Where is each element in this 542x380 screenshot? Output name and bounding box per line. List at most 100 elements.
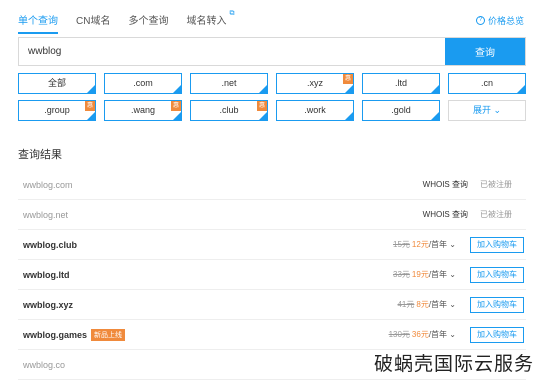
- tab-single-query[interactable]: 单个查询: [18, 12, 58, 34]
- price-unit: /首年: [428, 330, 448, 339]
- domain-tld: .co: [53, 359, 66, 370]
- chevron-down-icon[interactable]: ⌄: [447, 330, 456, 339]
- original-price: 130元: [388, 330, 410, 339]
- domain-search-page: 单个查询 CN域名 多个查询 域名转入⧉ ? 价格总览 查询 全部 .com .ne…: [0, 0, 542, 380]
- chevron-down-icon[interactable]: ⌄: [447, 300, 456, 309]
- domain-tld: .club: [56, 239, 78, 250]
- tld-option[interactable]: .gold: [362, 100, 440, 121]
- discount-badge: 惠: [171, 101, 181, 111]
- tld-label: .work: [304, 105, 326, 115]
- chevron-down-icon[interactable]: ⌄: [447, 270, 456, 279]
- tld-option[interactable]: 全部: [18, 73, 96, 94]
- tld-option[interactable]: .com: [104, 73, 182, 94]
- original-price: 41元: [397, 300, 415, 309]
- price: 15元 12元/首年 ⌄: [393, 239, 456, 250]
- domain-sld: wwblog: [23, 239, 56, 250]
- price-overview-label: 价格总览: [487, 16, 524, 26]
- result-row: wwblog.ltd 33元 19元/首年 ⌄ 加入购物车: [18, 260, 526, 290]
- price: 130元 36元/首年 ⌄: [389, 329, 456, 340]
- domain-name: wwblog.games: [18, 330, 87, 340]
- tld-label: .cn: [480, 78, 493, 88]
- price: 33元 19元/首年 ⌄: [393, 269, 456, 280]
- tld-option[interactable]: .xyz 惠: [276, 73, 354, 94]
- discount-badge: 惠: [343, 74, 353, 84]
- sale-price: 8元: [416, 300, 429, 309]
- result-row: wwblog.xyz 41元 8元/首年 ⌄ 加入购物车: [18, 290, 526, 320]
- domain-name: wwblog.co: [18, 360, 65, 370]
- domain-name: wwblog.xyz: [18, 300, 73, 310]
- tld-label: .com: [133, 78, 153, 88]
- domain-tld: .net: [53, 209, 69, 220]
- tld-label: .xyz: [306, 78, 323, 88]
- original-price: 33元: [393, 270, 410, 279]
- expand-tlds-button[interactable]: 展开 ⌄: [448, 100, 526, 121]
- external-link-icon: ⧉: [229, 10, 235, 17]
- tab-label: 域名转入: [186, 16, 227, 27]
- result-row: wwblog.com WHOIS 查询 已被注册: [18, 170, 526, 200]
- sale-price: 36元: [411, 330, 429, 339]
- query-tabs: 单个查询 CN域名 多个查询 域名转入 ⧉: [18, 10, 234, 34]
- result-row: wwblog.net WHOIS 查询 已被注册: [18, 200, 526, 230]
- result-row: wwblog.club 15元 12元/首年 ⌄ 加入购物车: [18, 230, 526, 260]
- price-unit: /首年: [428, 270, 448, 279]
- watermark: 破蜗壳国际云服务: [373, 353, 534, 375]
- tld-filter-grid: 全部 .com .net .xyz 惠 .ltd .cn .group 惠 .wang 惠 .club…: [18, 73, 526, 121]
- domain-tld: .ltd: [56, 269, 70, 280]
- discount-badge: 惠: [257, 101, 267, 111]
- domain-sld: wwblog: [23, 209, 54, 220]
- new-badge: 新品上线: [91, 328, 126, 341]
- tld-option[interactable]: .group 惠: [18, 100, 96, 121]
- registered-status: 已被注册: [480, 210, 512, 219]
- whois-link[interactable]: WHOIS 查询: [423, 179, 468, 190]
- domain-tld: .com: [53, 179, 73, 190]
- tld-label: .gold: [391, 105, 411, 115]
- price-unit: /首年: [428, 300, 448, 309]
- domain-sld: wwblog: [23, 269, 56, 280]
- domain-name: wwblog.com: [18, 180, 73, 190]
- original-price: 15元: [393, 240, 410, 249]
- registered-status: 已被注册: [480, 180, 512, 189]
- tld-option[interactable]: .net: [190, 73, 268, 94]
- price-unit: /首年: [428, 240, 448, 249]
- search-button[interactable]: 查询: [445, 38, 525, 65]
- domain-sld: wwblog: [23, 359, 54, 370]
- domain-tld: .games: [56, 329, 88, 340]
- tld-label: .net: [221, 78, 237, 88]
- chevron-down-icon[interactable]: ⌄: [447, 240, 456, 249]
- tab-label: 多个查询: [128, 16, 169, 27]
- domain-sld: wwblog: [23, 299, 56, 310]
- domain-name: wwblog.club: [18, 240, 77, 250]
- price: 41元 8元/首年 ⌄: [397, 299, 456, 310]
- tld-label: 全部: [47, 78, 66, 88]
- tab-label: CN域名: [76, 16, 111, 27]
- domain-tld: .xyz: [56, 299, 74, 310]
- sale-price: 19元: [411, 270, 429, 279]
- tld-label: .group: [44, 105, 70, 115]
- tld-option[interactable]: .wang 惠: [104, 100, 182, 121]
- question-circle-icon: ?: [475, 16, 485, 25]
- add-to-cart-button[interactable]: 加入购物车: [470, 326, 524, 343]
- tld-label: .club: [219, 105, 239, 115]
- whois-link[interactable]: WHOIS 查询: [423, 209, 468, 220]
- tld-option[interactable]: .ltd: [362, 73, 440, 94]
- price-overview-link[interactable]: ? 价格总览: [475, 14, 524, 27]
- tld-label: .ltd: [394, 78, 407, 88]
- add-to-cart-button[interactable]: 加入购物车: [470, 236, 524, 253]
- tld-option[interactable]: .club 惠: [190, 100, 268, 121]
- tab-label: 单个查询: [18, 16, 58, 27]
- tld-option[interactable]: .work: [276, 100, 354, 121]
- add-to-cart-button[interactable]: 加入购物车: [470, 266, 524, 283]
- tab-multi-query[interactable]: 多个查询: [128, 12, 168, 34]
- tab-cn-domain[interactable]: CN域名: [76, 12, 110, 34]
- result-row: wwblog.games 新品上线 130元 36元/首年 ⌄ 加入购物车: [18, 320, 526, 350]
- domain-name: wwblog.net: [18, 210, 68, 220]
- domain-sld: wwblog: [23, 179, 54, 190]
- add-to-cart-button[interactable]: 加入购物车: [470, 296, 524, 313]
- tld-label: .wang: [130, 105, 156, 115]
- tld-option[interactable]: .cn: [448, 73, 526, 94]
- sale-price: 12元: [411, 240, 429, 249]
- tab-domain-transfer[interactable]: 域名转入 ⧉: [186, 10, 234, 34]
- domain-name: wwblog.ltd: [18, 270, 70, 280]
- domain-search-input[interactable]: [19, 38, 445, 65]
- tld-label: 展开 ⌄: [472, 105, 502, 115]
